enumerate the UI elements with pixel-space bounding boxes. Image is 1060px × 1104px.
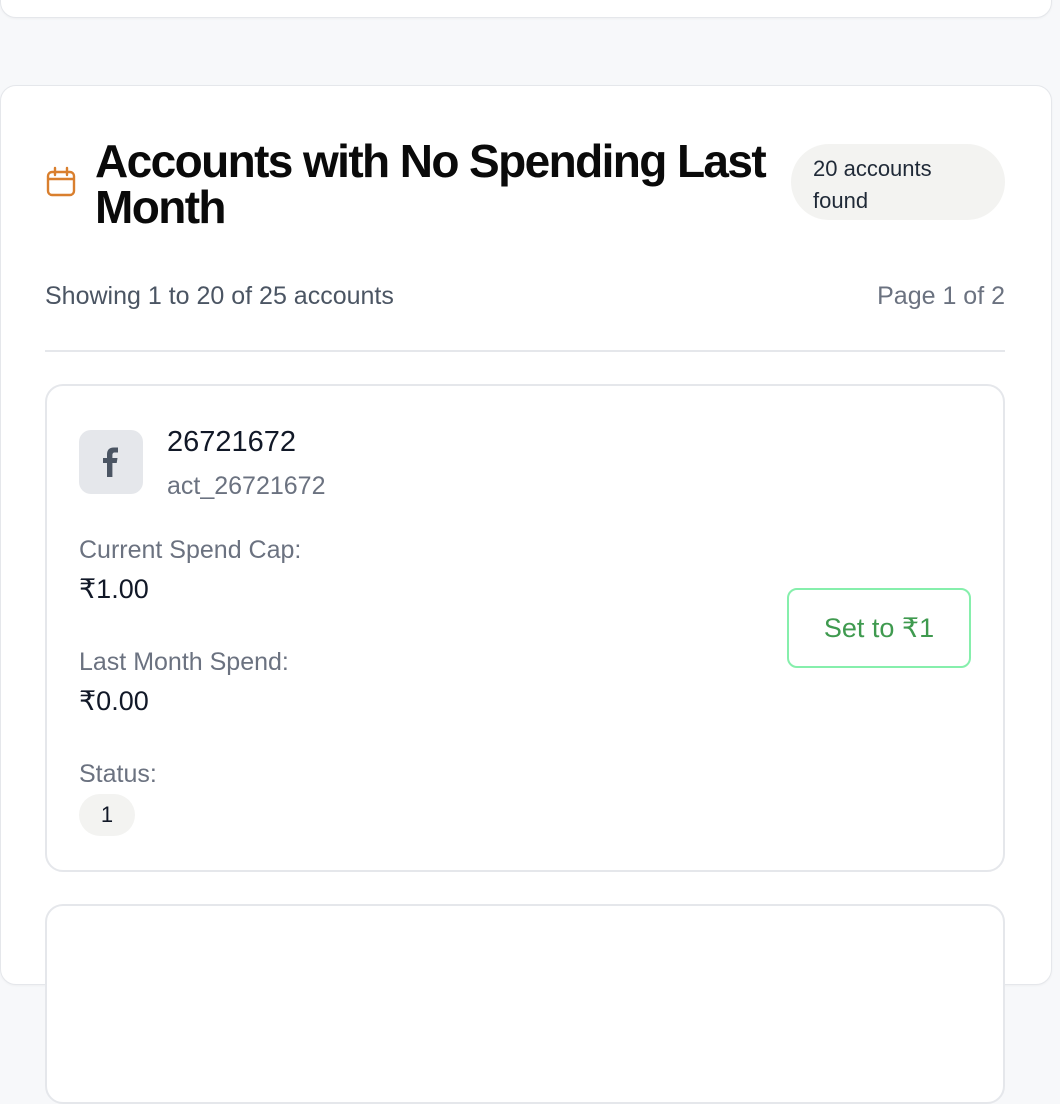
account-name: 26721672 — [167, 426, 297, 458]
page-title: Accounts with No Spending Last Month — [95, 135, 767, 233]
status-label: Status: — [79, 760, 157, 788]
status-badge: 1 — [79, 794, 135, 836]
spend-cap-value: ₹1.00 — [79, 574, 149, 604]
facebook-icon — [79, 430, 143, 494]
divider — [45, 350, 1005, 352]
calendar-icon — [46, 166, 76, 197]
panel-header: Accounts with No Spending Last Month 20 … — [45, 138, 1005, 230]
account-id: act_26721672 — [167, 472, 326, 500]
no-spend-accounts-panel: Accounts with No Spending Last Month 20 … — [0, 85, 1052, 1104]
spend-cap-label: Current Spend Cap: — [79, 536, 302, 564]
account-card: 26721672 act_26721672 Current Spend Cap:… — [45, 384, 1005, 872]
last-month-spend-value: ₹0.00 — [79, 686, 149, 716]
pagination-summary: Showing 1 to 20 of 25 accounts Page 1 of… — [45, 282, 1005, 311]
accounts-count-badge: 20 accounts found — [791, 144, 1005, 220]
previous-card — [0, 0, 1052, 18]
page-indicator: Page 1 of 2 — [877, 282, 1005, 310]
set-spend-cap-button[interactable]: Set to ₹1 — [787, 588, 971, 668]
account-card — [45, 904, 1005, 1104]
last-month-spend-label: Last Month Spend: — [79, 648, 289, 676]
showing-range-text: Showing 1 to 20 of 25 accounts — [45, 282, 394, 310]
